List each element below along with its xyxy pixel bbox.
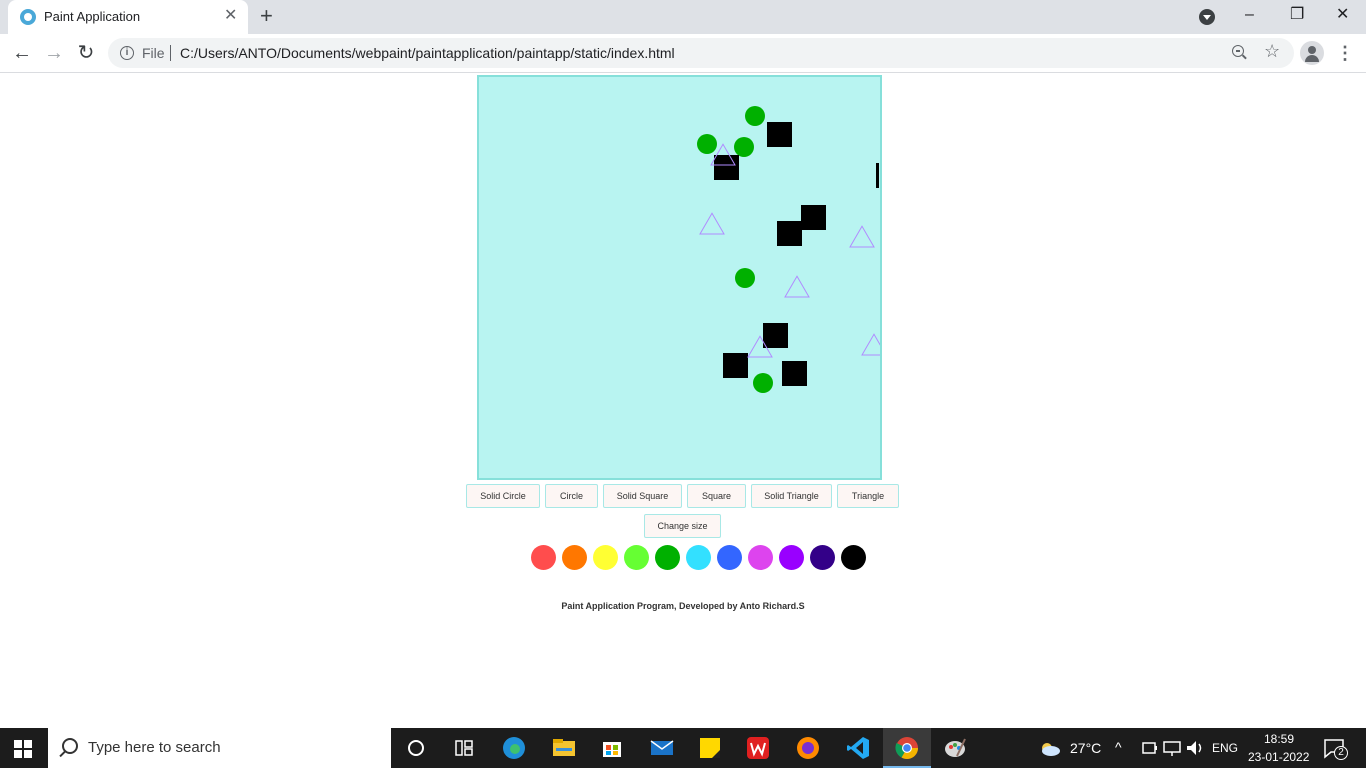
browser-toolbar: ← → ↻ i File C:/Users/ANTO/Documents/web… bbox=[0, 34, 1366, 73]
search-placeholder: Type here to search bbox=[88, 739, 221, 756]
new-tab-button[interactable]: + bbox=[260, 4, 273, 28]
address-bar[interactable]: i File C:/Users/ANTO/Documents/webpaint/… bbox=[108, 38, 1294, 68]
triangle-shape bbox=[699, 212, 725, 235]
chrome-icon[interactable] bbox=[895, 736, 919, 760]
windows-start-icon[interactable] bbox=[14, 740, 32, 758]
firefox-icon[interactable] bbox=[796, 736, 820, 760]
solid-square-shape bbox=[763, 323, 788, 348]
tab-title: Paint Application bbox=[44, 9, 141, 24]
triangle-button[interactable]: Triangle bbox=[837, 484, 899, 508]
solid-square-shape bbox=[801, 205, 826, 230]
color-swatch[interactable] bbox=[624, 545, 649, 570]
color-swatch[interactable] bbox=[779, 545, 804, 570]
square-button[interactable]: Square bbox=[687, 484, 746, 508]
solid-square-shape bbox=[777, 221, 802, 246]
weather-temp[interactable]: 27°C bbox=[1070, 740, 1101, 756]
mail-icon[interactable] bbox=[650, 736, 674, 760]
browser-tab[interactable]: Paint Application ✕ bbox=[8, 0, 248, 34]
volume-icon[interactable] bbox=[1183, 736, 1207, 760]
task-view-icon[interactable] bbox=[452, 736, 476, 760]
divider bbox=[170, 45, 171, 61]
solid-circle-shape bbox=[735, 268, 755, 288]
solid-square-shape bbox=[714, 155, 739, 180]
color-swatch[interactable] bbox=[686, 545, 711, 570]
chevron-up-icon[interactable]: ^ bbox=[1115, 739, 1122, 755]
color-swatch[interactable] bbox=[717, 545, 742, 570]
clock-time[interactable]: 18:59 bbox=[1264, 732, 1294, 746]
back-arrow-icon[interactable]: ← bbox=[10, 41, 34, 65]
solid-circle-shape bbox=[697, 134, 717, 154]
solid-square-shape bbox=[767, 122, 792, 147]
color-swatch[interactable] bbox=[810, 545, 835, 570]
solid-circle-shape bbox=[753, 373, 773, 393]
triangle-shape bbox=[784, 275, 810, 298]
canvas-shapes bbox=[697, 106, 880, 393]
edge-icon[interactable] bbox=[502, 736, 526, 760]
store-icon[interactable] bbox=[600, 736, 624, 760]
paint-icon[interactable] bbox=[943, 736, 967, 760]
weather-cloud-icon[interactable] bbox=[1038, 736, 1062, 760]
color-swatch[interactable] bbox=[748, 545, 773, 570]
forward-arrow-icon[interactable]: → bbox=[42, 41, 66, 65]
tab-close-button[interactable]: ✕ bbox=[224, 7, 237, 25]
solid-circle-button[interactable]: Solid Circle bbox=[466, 484, 540, 508]
reload-icon[interactable]: ↻ bbox=[74, 41, 98, 65]
color-swatch[interactable] bbox=[593, 545, 618, 570]
avatar-icon[interactable] bbox=[1300, 41, 1324, 65]
network-icon[interactable] bbox=[1160, 736, 1184, 760]
color-swatch[interactable] bbox=[841, 545, 866, 570]
circle-button[interactable]: Circle bbox=[545, 484, 598, 508]
minimize-button[interactable]: – bbox=[1245, 6, 1254, 24]
file-explorer-icon[interactable] bbox=[552, 736, 576, 760]
cortana-icon[interactable] bbox=[404, 736, 428, 760]
solid-square-shape bbox=[723, 353, 748, 378]
favicon-icon bbox=[20, 9, 36, 25]
browser-tabstrip: Paint Application ✕ + – ❐ ✕ bbox=[0, 0, 1366, 34]
scheme-label: File bbox=[142, 45, 165, 61]
search-icon bbox=[62, 738, 78, 754]
taskbar-search[interactable]: Type here to search bbox=[48, 728, 391, 768]
sticky-notes-icon[interactable] bbox=[698, 736, 722, 760]
triangle-shape bbox=[861, 333, 880, 356]
window-close-button[interactable]: ✕ bbox=[1336, 6, 1349, 24]
battery-icon[interactable] bbox=[1138, 736, 1162, 760]
maximize-button[interactable]: ❐ bbox=[1290, 6, 1304, 24]
url-text[interactable]: C:/Users/ANTO/Documents/webpaint/paintap… bbox=[180, 45, 675, 61]
solid-square-button[interactable]: Solid Square bbox=[603, 484, 682, 508]
solid-square-shape bbox=[876, 163, 879, 188]
change-size-button[interactable]: Change size bbox=[644, 514, 721, 538]
color-swatch[interactable] bbox=[562, 545, 587, 570]
clock-date[interactable]: 23-01-2022 bbox=[1248, 750, 1309, 764]
solid-circle-shape bbox=[745, 106, 765, 126]
info-icon[interactable]: i bbox=[120, 46, 134, 60]
footer-credit: Paint Application Program, Developed by … bbox=[561, 601, 805, 611]
color-swatch[interactable] bbox=[531, 545, 556, 570]
vscode-icon[interactable] bbox=[846, 736, 870, 760]
language-indicator[interactable]: ENG bbox=[1212, 741, 1238, 755]
drawing-canvas[interactable] bbox=[477, 75, 882, 480]
tab-search-icon[interactable] bbox=[1199, 9, 1215, 25]
notification-badge: 2 bbox=[1334, 746, 1348, 760]
taskbar: Type here to search 27°C ^ ENG 18:59 23-… bbox=[0, 728, 1366, 768]
wps-icon[interactable] bbox=[746, 736, 770, 760]
kebab-menu-icon[interactable]: ⋮ bbox=[1336, 41, 1354, 65]
solid-square-shape bbox=[782, 361, 807, 386]
zoom-icon[interactable] bbox=[1232, 45, 1244, 57]
color-swatch[interactable] bbox=[655, 545, 680, 570]
solid-circle-shape bbox=[734, 137, 754, 157]
star-icon[interactable]: ☆ bbox=[1264, 41, 1280, 61]
triangle-shape bbox=[849, 225, 875, 248]
solid-triangle-button[interactable]: Solid Triangle bbox=[751, 484, 832, 508]
